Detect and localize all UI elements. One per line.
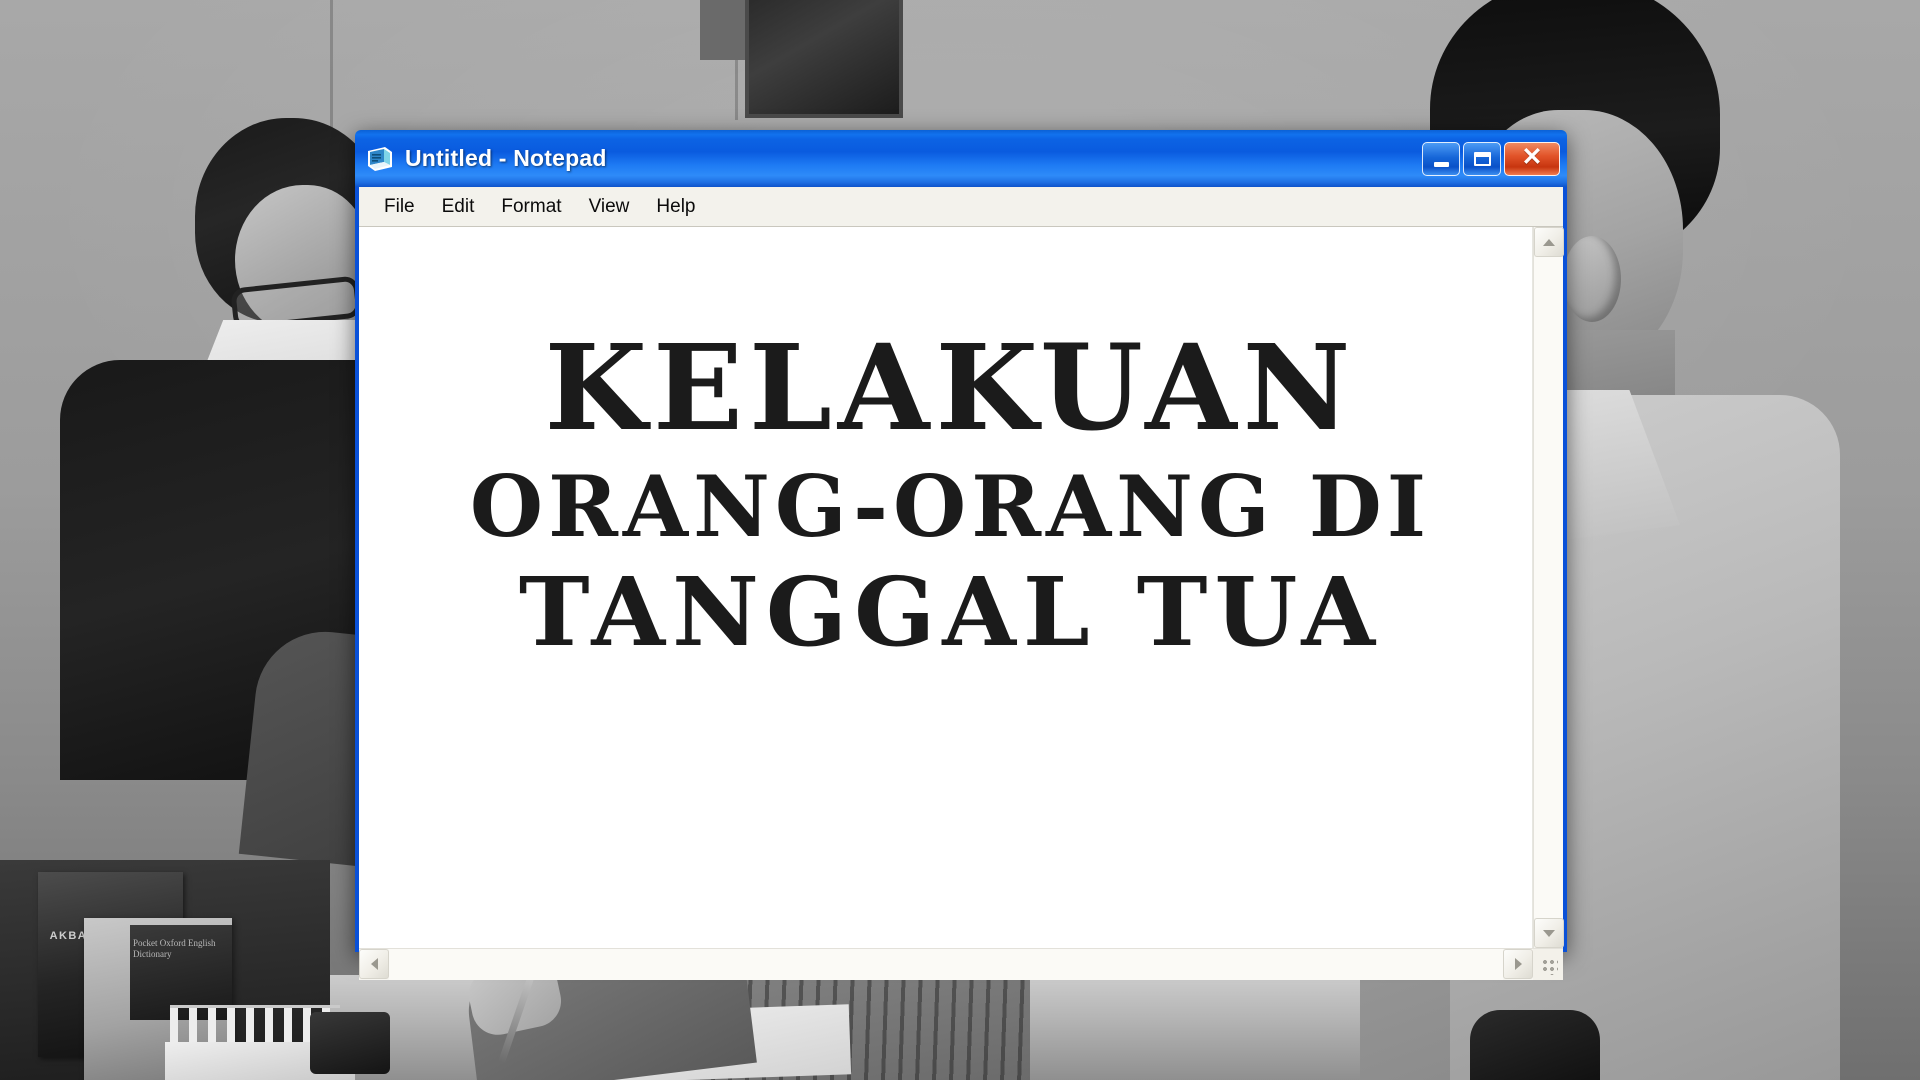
document-line-2: ORANG-ORANG DI xyxy=(469,457,1432,556)
vertical-scrollbar[interactable] xyxy=(1533,227,1564,948)
scroll-up-button[interactable] xyxy=(1534,227,1564,257)
document-text: KELAKUAN ORANG-ORANG DI TANGGAL TUA xyxy=(359,318,1532,668)
window-title: Untitled - Notepad xyxy=(405,145,607,171)
resize-grip[interactable] xyxy=(1533,949,1563,980)
vertical-scroll-track[interactable] xyxy=(1534,257,1563,918)
menu-item-view[interactable]: View xyxy=(578,194,641,220)
menu-item-format[interactable]: Format xyxy=(490,194,572,220)
document-line-1: KELAKUAN xyxy=(544,318,1357,457)
scroll-right-button[interactable] xyxy=(1503,949,1533,979)
document-line-3: TANGGAL TUA xyxy=(518,557,1383,668)
menu-item-file[interactable]: File xyxy=(373,194,426,220)
menu-item-help[interactable]: Help xyxy=(645,194,706,220)
horizontal-scrollbar[interactable] xyxy=(359,948,1563,980)
book-title-label: Pocket Oxford English Dictionary xyxy=(133,938,216,959)
text-editor-area[interactable]: KELAKUAN ORANG-ORANG DI TANGGAL TUA xyxy=(359,227,1533,948)
maximize-icon xyxy=(1473,151,1491,166)
notepad-window: Untitled - Notepad ✕ File Edit Format Vi… xyxy=(355,130,1567,980)
person-right-hand xyxy=(1470,1010,1600,1080)
menu-bar: File Edit Format View Help xyxy=(359,187,1563,227)
notepad-icon xyxy=(365,145,395,173)
scroll-left-button[interactable] xyxy=(359,949,389,979)
scroll-left-arrow-icon xyxy=(370,958,378,970)
maximize-button[interactable] xyxy=(1463,141,1501,176)
wall-picture-frame xyxy=(745,0,903,118)
wall-seam xyxy=(330,0,333,140)
close-icon: ✕ xyxy=(1521,143,1543,171)
minimize-icon xyxy=(1433,162,1449,167)
window-title-bar[interactable]: Untitled - Notepad ✕ xyxy=(355,130,1567,187)
client-area: KELAKUAN ORANG-ORANG DI TANGGAL TUA xyxy=(359,227,1564,948)
window-controls: ✕ xyxy=(1422,141,1562,176)
minimize-button[interactable] xyxy=(1422,141,1460,176)
menu-item-edit[interactable]: Edit xyxy=(431,194,486,220)
scroll-down-button[interactable] xyxy=(1534,918,1564,948)
desktop-background: AKBAR TANDJUNG Pocket Oxford English Dic… xyxy=(0,0,1920,1080)
person-right-ear xyxy=(1563,236,1621,322)
scroll-right-arrow-icon xyxy=(1514,958,1522,970)
wall-picture-frame xyxy=(700,0,746,60)
scroll-down-arrow-icon xyxy=(1543,929,1555,937)
desk-object xyxy=(310,1012,390,1074)
scroll-up-arrow-icon xyxy=(1543,238,1555,246)
close-button[interactable]: ✕ xyxy=(1504,141,1560,176)
horizontal-scroll-track[interactable] xyxy=(389,949,1503,980)
